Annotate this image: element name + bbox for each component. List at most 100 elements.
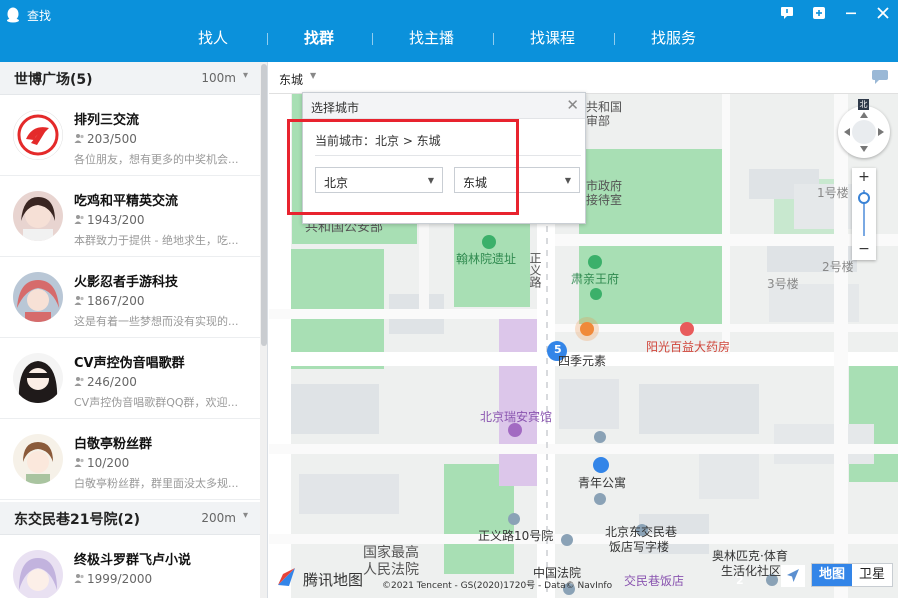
list-item[interactable]: 终极斗罗群飞卢小说 1999/2000	[0, 535, 260, 598]
member-count: 246/200	[74, 375, 137, 389]
avatar	[13, 434, 63, 484]
tab-find-people[interactable]: 找人	[198, 26, 228, 50]
minimize-icon[interactable]	[844, 6, 858, 20]
close-icon[interactable]: ✕	[566, 96, 579, 114]
member-count-value: 203/500	[87, 132, 137, 146]
group-description: CV声控伪音唱歌群QQ群，欢迎...	[74, 396, 239, 409]
building	[559, 379, 619, 429]
people-icon	[74, 296, 84, 305]
road	[722, 94, 730, 354]
window-controls	[780, 6, 890, 20]
member-count-value: 1867/200	[87, 294, 145, 308]
avatar	[13, 191, 63, 241]
zoom-slider-handle[interactable]	[858, 192, 870, 204]
map-label: 接待室	[586, 193, 623, 207]
feedback-icon[interactable]	[780, 6, 794, 20]
list-item[interactable]: CV声控伪音唱歌群 246/200 CV声控伪音唱歌群QQ群，欢迎...	[0, 338, 260, 419]
group-name: 终极斗罗群飞卢小说	[74, 553, 192, 568]
member-count: 203/500	[74, 132, 137, 146]
group-header[interactable]: 世博广场(5) 100m ▾	[0, 62, 260, 95]
avatar	[13, 110, 63, 160]
map-label: 北京瑞安宾馆	[480, 410, 553, 424]
map-label: 青年公寓	[578, 476, 627, 490]
people-icon	[74, 458, 84, 467]
divider	[315, 155, 581, 156]
map-copyright: ©2021 Tencent - GS(2020)1720号 - Data© Na…	[382, 581, 613, 591]
location-selector[interactable]: 东城	[279, 71, 303, 88]
map-label: 肃亲王府	[571, 272, 620, 286]
member-count-value: 246/200	[87, 375, 137, 389]
zoom-out-button[interactable]: −	[852, 240, 876, 258]
locate-icon[interactable]	[781, 565, 805, 587]
avatar	[13, 272, 63, 322]
location-bar: 东城 ▼	[269, 62, 898, 94]
map-label: 四季元素	[558, 354, 607, 368]
hotel-area	[499, 314, 537, 486]
list-item[interactable]: 火影忍者手游科技 1867/200 这是有着一些梦想而没有实现的...	[0, 257, 260, 338]
pharmacy-icon	[680, 322, 694, 336]
tab-find-courses[interactable]: 找课程	[530, 26, 575, 50]
list-item[interactable]: 白敬亭粉丝群 10/200 白敬亭粉丝群，群里面没太多规...	[0, 419, 260, 500]
list-item[interactable]: 吃鸡和平精英交流 1943/200 本群致力于提供 - 绝地求生，吃...	[0, 176, 260, 257]
tab-separator	[493, 33, 494, 45]
pan-left-icon[interactable]	[844, 128, 850, 136]
penguin-icon	[7, 7, 19, 23]
map-label: 正义路	[528, 252, 542, 288]
province-select-value: 北京	[324, 176, 349, 190]
road	[269, 444, 898, 454]
map-label: 正义路10号院	[478, 529, 554, 543]
group-header[interactable]: 东交民巷21号院(2) 200m ▾	[0, 502, 260, 535]
people-icon	[74, 215, 84, 224]
group-header-distance: 100m	[201, 71, 236, 85]
people-icon	[74, 574, 84, 583]
caret-down-icon[interactable]: ▼	[310, 71, 316, 80]
compass-control[interactable]	[838, 106, 890, 158]
group-name: 火影忍者手游科技	[74, 275, 179, 290]
group-header-title: 世博广场(5)	[14, 72, 93, 88]
zoom-in-button[interactable]: +	[852, 168, 876, 186]
parking-icon	[593, 457, 609, 473]
tab-find-services[interactable]: 找服务	[651, 26, 696, 50]
park-poi-icon	[590, 288, 602, 300]
province-select[interactable]: 北京 ▼	[315, 167, 443, 193]
chat-bubble-icon[interactable]	[872, 70, 888, 84]
tab-separator	[267, 33, 268, 45]
member-count-value: 10/200	[87, 456, 130, 470]
settings-icon[interactable]	[812, 6, 826, 20]
tab-find-streamers[interactable]: 找主播	[409, 26, 454, 50]
dialog-header: 选择城市 ✕	[303, 93, 585, 119]
avatar	[13, 353, 63, 403]
group-name: 白敬亭粉丝群	[74, 437, 153, 452]
building	[289, 384, 379, 434]
scrollbar-thumb[interactable]	[261, 64, 267, 346]
member-count: 1867/200	[74, 294, 145, 308]
map-label: 2号楼	[822, 260, 854, 274]
map-logo: 腾讯地图	[275, 565, 363, 593]
map-type-satellite-button[interactable]: 卫星	[852, 564, 892, 586]
close-icon[interactable]	[876, 6, 890, 20]
building-poi-icon	[594, 431, 606, 443]
tab-bar: 找人 找群 找主播 找课程 找服务	[0, 26, 898, 52]
caret-down-icon: ▼	[564, 176, 571, 185]
group-description: 这是有着一些梦想而没有实现的...	[74, 315, 239, 328]
dialog-title: 选择城市	[311, 101, 360, 115]
map-label: 翰林院遗址	[456, 252, 517, 266]
pan-right-icon[interactable]	[878, 128, 884, 136]
district-select[interactable]: 东城 ▼	[454, 167, 580, 193]
pan-down-icon[interactable]	[860, 146, 868, 152]
map-label: 阳光百益大药房	[646, 340, 731, 354]
group-description: 白敬亭粉丝群，群里面没太多规...	[74, 477, 239, 490]
building-poi-icon	[508, 513, 520, 525]
group-header-distance: 200m	[201, 511, 236, 525]
list-item[interactable]: 排列三交流 203/500 各位朋友，想有更多的中奖机会...	[0, 95, 260, 176]
chevron-down-icon: ▾	[242, 510, 248, 521]
map-label: 饭店写字楼	[609, 540, 670, 554]
header: 查找 找人 找群 找主播 找课程 找服务	[0, 0, 898, 62]
scrollbar[interactable]	[260, 62, 267, 598]
tab-find-groups[interactable]: 找群	[304, 26, 334, 50]
hotel-icon	[508, 423, 522, 437]
pan-up-icon[interactable]	[860, 112, 868, 118]
member-count: 10/200	[74, 456, 129, 470]
map-type-map-button[interactable]: 地图	[812, 564, 852, 586]
count-badge-label: 5	[554, 343, 562, 356]
